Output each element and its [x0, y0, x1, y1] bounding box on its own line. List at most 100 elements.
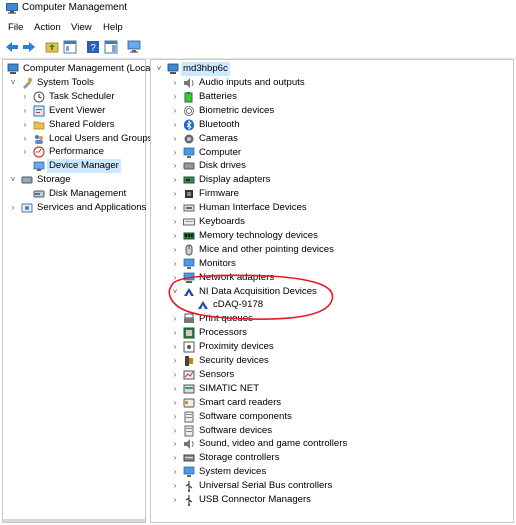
expand-chevron-icon[interactable]: ›: [171, 229, 179, 243]
tree-item-label: NI Data Acquisition Devices: [199, 285, 317, 297]
expand-chevron-icon[interactable]: ›: [171, 354, 179, 368]
software-icon: [183, 411, 195, 423]
expand-chevron-icon[interactable]: ›: [21, 104, 29, 118]
proximity-icon: [183, 341, 195, 353]
expand-chevron-icon[interactable]: ›: [171, 340, 179, 354]
usb-icon: [183, 480, 195, 493]
tools-icon: [21, 77, 33, 89]
bluetooth-icon: [183, 119, 195, 131]
collapse-chevron-icon[interactable]: ˅: [155, 62, 163, 76]
show-hide-tree-icon[interactable]: [63, 40, 77, 54]
back-arrow-icon[interactable]: [5, 40, 19, 54]
simatic-icon: [183, 383, 195, 395]
tree-item-label: Cameras: [199, 132, 238, 144]
title-bar: Computer Management: [0, 0, 516, 18]
tree-item-label: cDAQ-9178: [213, 299, 264, 311]
expand-chevron-icon[interactable]: ›: [171, 451, 179, 465]
tree-item-label: Firmware: [199, 188, 239, 200]
folder-icon: [33, 119, 45, 131]
tree-item-label: Local Users and Groups: [49, 132, 153, 144]
console-tree-pane: Computer Management (Local) ˅ System Tools…: [2, 59, 156, 523]
expand-chevron-icon[interactable]: ›: [171, 271, 179, 285]
expand-chevron-icon[interactable]: ›: [171, 201, 179, 215]
expand-chevron-icon[interactable]: ›: [171, 173, 179, 187]
expand-chevron-icon[interactable]: ›: [171, 257, 179, 271]
menu-bar: File Action View Help: [0, 19, 516, 37]
expand-chevron-icon[interactable]: ›: [171, 159, 179, 173]
expand-chevron-icon[interactable]: ›: [9, 201, 17, 215]
clock-icon: [33, 91, 45, 103]
expand-chevron-icon[interactable]: ›: [171, 326, 179, 340]
event-viewer-icon: [33, 105, 45, 117]
menu-help[interactable]: Help: [103, 22, 123, 33]
tree-item-label: Audio inputs and outputs: [199, 77, 305, 88]
expand-chevron-icon[interactable]: ›: [171, 312, 179, 326]
smartcard-icon: [183, 397, 195, 409]
storage-controller-icon: [183, 452, 195, 464]
expand-chevron-icon[interactable]: ›: [171, 118, 179, 132]
expand-chevron-icon[interactable]: ›: [171, 424, 179, 438]
memory-icon: [183, 230, 195, 242]
expand-chevron-icon[interactable]: ›: [171, 368, 179, 382]
users-icon: [33, 133, 45, 145]
expand-chevron-icon[interactable]: ›: [171, 437, 179, 451]
system-icon: [183, 466, 195, 478]
device-list-pane: ˅ md3hbp6c › Audio inputs and outputs › Batte…: [150, 59, 514, 523]
expand-chevron-icon[interactable]: ›: [171, 410, 179, 424]
horizontal-scrollbar[interactable]: [3, 519, 145, 522]
tree-item-label: Proximity devices: [199, 341, 274, 353]
collapse-chevron-icon[interactable]: ˅: [9, 173, 17, 187]
tree-item-label: Security devices: [199, 355, 269, 366]
expand-chevron-icon[interactable]: ›: [171, 187, 179, 201]
collapse-chevron-icon[interactable]: ˅: [9, 76, 17, 90]
expand-chevron-icon[interactable]: ›: [171, 465, 179, 479]
expand-chevron-icon[interactable]: ›: [21, 132, 29, 146]
root-computer-icon: [167, 63, 179, 75]
sensor-icon: [183, 369, 195, 381]
up-folder-icon[interactable]: [45, 40, 59, 54]
display-adapter-icon: [183, 174, 195, 186]
network-icon: [183, 272, 195, 284]
expand-chevron-icon[interactable]: ›: [171, 132, 179, 146]
expand-chevron-icon[interactable]: ›: [171, 243, 179, 257]
expand-chevron-icon[interactable]: ›: [21, 118, 29, 132]
expand-chevron-icon[interactable]: ›: [171, 104, 179, 118]
camera-icon: [183, 133, 195, 145]
tree-item-label: System Tools: [37, 76, 94, 88]
menu-view[interactable]: View: [71, 22, 92, 33]
properties-pane-icon[interactable]: [104, 40, 118, 54]
expand-chevron-icon[interactable]: ›: [171, 493, 179, 507]
storage-icon: [21, 174, 33, 186]
tree-item-label: Services and Applications: [37, 202, 147, 213]
tree-item-label: Network adapters: [199, 271, 275, 283]
menu-file[interactable]: File: [8, 22, 23, 33]
tree-item-label: Smart card readers: [199, 396, 282, 408]
tree-item-label: md3hbp6c: [181, 62, 230, 76]
expand-chevron-icon[interactable]: ›: [171, 215, 179, 229]
collapse-chevron-icon[interactable]: ˅: [171, 285, 179, 299]
expand-chevron-icon[interactable]: ›: [171, 396, 179, 410]
expand-chevron-icon[interactable]: ›: [171, 479, 179, 493]
menu-action[interactable]: Action: [34, 22, 61, 33]
tree-item-label: Print queues: [199, 313, 253, 325]
tree-item-label: Human Interface Devices: [199, 202, 307, 214]
forward-arrow-icon[interactable]: [22, 40, 36, 54]
expand-chevron-icon[interactable]: ›: [171, 382, 179, 396]
speaker-icon: [183, 77, 195, 89]
disk-icon: [33, 188, 45, 200]
tree-item-label: Device Manager: [47, 159, 121, 174]
expand-chevron-icon[interactable]: ›: [21, 145, 29, 159]
expand-chevron-icon[interactable]: ›: [171, 76, 179, 90]
help-icon[interactable]: ?: [86, 40, 100, 54]
expand-chevron-icon[interactable]: ›: [21, 90, 29, 104]
scan-hardware-icon[interactable]: [127, 40, 141, 54]
window-title: Computer Management: [22, 2, 128, 13]
tree-item-label: Batteries: [199, 90, 237, 102]
battery-icon: [183, 91, 195, 103]
tree-item-label: Biometric devices: [199, 104, 275, 116]
ni-daq-icon: [197, 299, 209, 311]
expand-chevron-icon[interactable]: ›: [171, 146, 179, 160]
expand-chevron-icon[interactable]: ›: [171, 90, 179, 104]
usb-icon: [183, 494, 195, 506]
monitor-icon: [183, 258, 195, 270]
